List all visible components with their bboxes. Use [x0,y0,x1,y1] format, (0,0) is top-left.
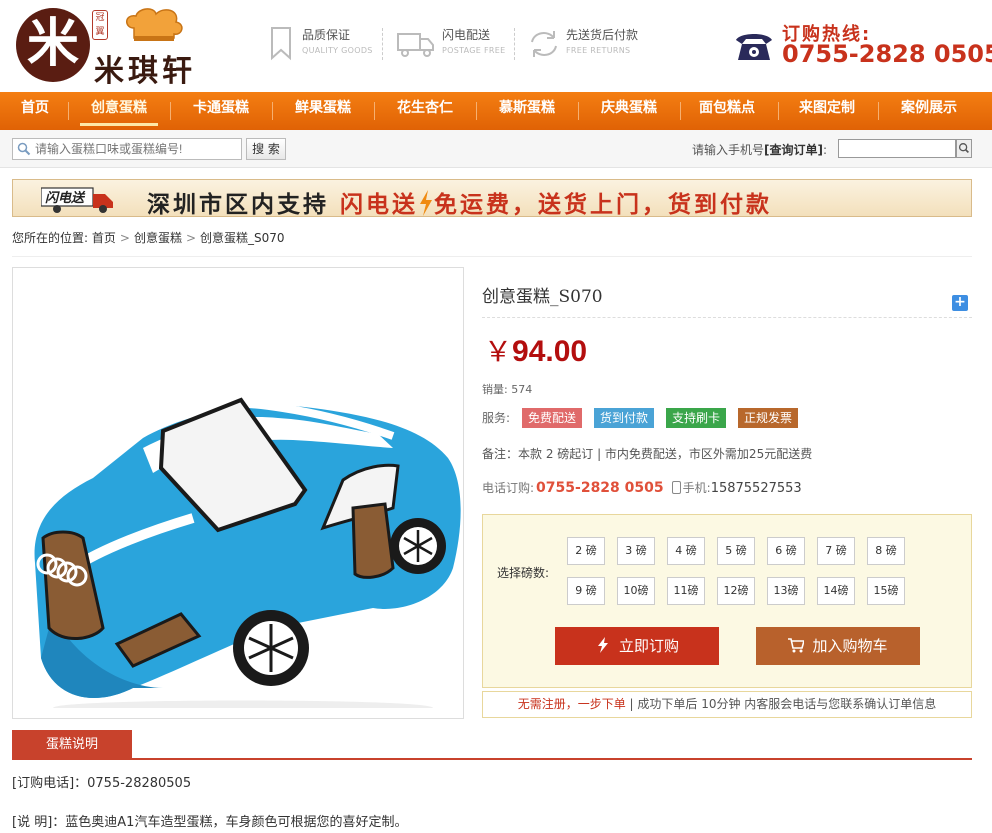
weight-option[interactable]: 5 磅 [717,537,755,565]
site-header: 米 冠翼 米琪轩 品质保证 QUALITY GOODS 闪电配送 POSTAGE… [0,0,992,92]
weight-selector: 选择磅数: 2 磅 3 磅 4 磅 5 磅 6 磅 7 磅 8 磅 9 磅 10… [482,514,972,688]
tab-cake-description[interactable]: 蛋糕说明 [12,730,132,760]
phone-lookup-input[interactable] [838,139,956,158]
breadcrumb-current: 创意蛋糕_S070 [200,231,285,245]
search-bar: 搜 索 请输入手机号[查询订单]: [0,130,992,168]
sales-count: 销量: 574 [482,383,533,396]
nav-item-home[interactable]: 首页 [12,92,58,130]
feature-divider [514,28,515,60]
weight-option[interactable]: 2 磅 [567,537,605,565]
weight-option[interactable]: 9 磅 [567,577,605,605]
breadcrumb: 您所在的位置: 首页 > 创意蛋糕 > 创意蛋糕_S070 [12,231,285,245]
hotline-number: 0755-2828 0505 [782,40,992,68]
order-lookup-label: 请输入手机号[查询订单]: [692,143,828,157]
divider [12,758,972,760]
product-image[interactable] [12,267,464,719]
weight-label: 选择磅数: [497,566,550,580]
nav-divider [476,102,477,120]
weight-option[interactable]: 8 磅 [867,537,905,565]
search-button[interactable]: 搜 索 [246,138,286,160]
nav-divider [578,102,579,120]
weight-option[interactable]: 11磅 [667,577,705,605]
weight-option[interactable]: 14磅 [817,577,855,605]
nav-item-cartoon-cakes[interactable]: 卡通蛋糕 [182,92,260,130]
banner-badge: 闪电送 [45,190,86,206]
mobile-number: 15875527553 [710,481,802,496]
nav-item-bread-pastry[interactable]: 面包糕点 [688,92,766,130]
nav-item-fruit-cakes[interactable]: 鲜果蛋糕 [284,92,362,130]
logo-text: 米琪轩 [94,54,196,89]
search-icon [17,142,31,156]
order-search-icon[interactable] [956,139,972,158]
promo-banner: 闪电送 深圳市区内支持 闪电送 免运费，送货上门，货到付款 [12,179,972,218]
nav-divider [374,102,375,120]
nav-divider [170,102,171,120]
return-arrows-icon [531,31,557,57]
divider [482,317,972,318]
nav-divider [272,102,273,120]
weight-option[interactable]: 10磅 [617,577,655,605]
buy-now-button[interactable]: 立即订购 [555,627,719,665]
phone-order-row: 电话订购: 0755-2828 0505 手机:15875527553 [482,480,802,496]
banner-text: 深圳市区内支持 闪电送 免运费，送货上门，货到付款 [147,190,773,218]
breadcrumb-home[interactable]: 首页 [92,231,116,245]
delivery-truck-icon: 闪电送 [41,187,113,213]
service-tag-cod: 货到付款 [594,408,655,428]
product-price: ￥94.00 [484,330,587,370]
order-note: 备注：本款 2 磅起订 | 市内免费配送，市区外需加25元配送费 [482,447,813,461]
register-note: 无需注册，一步下单 | 成功下单后 10分钟 内客服会电话与您联系确认订单信息 [482,691,972,718]
lightning-icon [420,190,433,216]
weight-option[interactable]: 6 磅 [767,537,805,565]
nav-item-custom-photo[interactable]: 来图定制 [788,92,866,130]
divider [12,256,972,257]
main-nav: 首页 创意蛋糕 卡通蛋糕 鲜果蛋糕 花生杏仁 慕斯蛋糕 庆典蛋糕 面包糕点 来图… [0,92,992,130]
weight-option[interactable]: 3 磅 [617,537,655,565]
add-to-cart-button[interactable]: 加入购物车 [756,627,920,665]
product-title: 创意蛋糕_S070 [482,287,603,307]
mobile-icon [671,481,681,494]
telephone-icon [736,34,772,60]
nav-divider [878,102,879,120]
weight-option[interactable]: 13磅 [767,577,805,605]
weight-option[interactable]: 7 磅 [817,537,855,565]
nav-item-creative-cakes[interactable]: 创意蛋糕 [80,92,158,130]
plus-icon[interactable]: + [952,295,968,311]
nav-divider [680,102,681,120]
order-phone: 0755-2828 0505 [536,480,664,496]
service-tag-free-delivery: 免费配送 [522,408,583,428]
description-phone: [订购电话]：0755-28280505 [12,776,192,791]
feature-divider [382,28,383,60]
logo-mark: 米 [16,8,90,82]
weight-option[interactable]: 12磅 [717,577,755,605]
chef-hat-icon [126,8,183,41]
hotline: 订购热线: 0755-2828 0505 [734,20,992,70]
currency-symbol: ￥ [484,335,513,368]
weight-option[interactable]: 15磅 [867,577,905,605]
search-box [12,138,242,160]
nav-item-case-gallery[interactable]: 案例展示 [890,92,968,130]
lightning-icon [597,637,608,653]
price-amount: 94.00 [512,335,588,368]
service-tag-invoice: 正规发票 [738,408,799,428]
service-tag-card: 支持刷卡 [666,408,727,428]
car-cake-image [34,397,461,708]
nav-item-peanut-almond[interactable]: 花生杏仁 [386,92,464,130]
order-lookup-link[interactable]: [查询订单] [764,143,823,157]
bookmark-icon [271,27,291,61]
nav-divider [778,102,779,120]
logo-seal: 冠翼 [92,10,108,40]
breadcrumb-category[interactable]: 创意蛋糕 [134,231,182,245]
description-text: [说 明]：蓝色奥迪A1汽车造型蛋糕，车身颜色可根据您的喜好定制。 [12,815,408,830]
services-label: 服务: [482,411,511,425]
nav-item-mousse-cakes[interactable]: 慕斯蛋糕 [488,92,566,130]
nav-divider [68,102,69,120]
nav-item-celebration-cakes[interactable]: 庆典蛋糕 [590,92,668,130]
search-input[interactable] [35,141,235,157]
truck-icon [397,33,434,57]
site-logo[interactable]: 米 冠翼 米琪轩 [14,6,219,89]
weight-option[interactable]: 4 磅 [667,537,705,565]
cart-icon [788,638,805,653]
